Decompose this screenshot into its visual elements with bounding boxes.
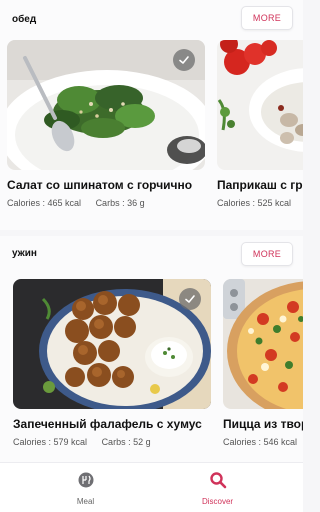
checkmark-icon[interactable] [173,49,195,71]
calories-text: Calories : 579 kcal [13,437,88,447]
more-button[interactable]: MORE [241,6,293,30]
section-title: обед [12,14,37,25]
recipe-nutrition: Calories : 465 kcal Carbs : 36 g [7,198,145,208]
recipe-card[interactable]: Запеченный фалафель с хумус Calories : 5… [13,279,211,459]
more-button[interactable]: MORE [241,242,293,266]
recipe-photo-pizza [223,279,303,409]
recipe-nutrition: Calories : 546 kcal [223,437,297,447]
tab-discover-label: Discover [201,496,234,506]
recipe-carousel[interactable]: Салат со шпинатом с горчично Calories : … [0,40,303,220]
recipe-photo-falafel [13,279,211,409]
section-lunch: обед MORE Салат со шпинатом с горчично C… [0,0,303,230]
recipe-nutrition: Calories : 579 kcal Carbs : 52 g [13,437,151,447]
carbs-text: Carbs : 52 g [101,437,151,447]
calories-text: Calories : 465 kcal [7,198,82,208]
recipe-card[interactable]: Пицца из твор Calories : 546 kcal [223,279,303,459]
recipe-title: Салат со шпинатом с горчично [7,178,193,192]
calories-text: Calories : 546 kcal [223,437,298,447]
section-header: ужин MORE [0,236,303,274]
section-dinner: ужин MORE Запеченный фалафель с хумус Ca… [0,236,303,462]
recipe-carousel[interactable]: Запеченный фалафель с хумус Calories : 5… [0,279,303,459]
tab-discover[interactable]: Discover [142,463,293,512]
section-header: обед MORE [0,0,303,38]
checkmark-icon[interactable] [179,288,201,310]
tab-meal[interactable]: Meal [10,463,161,512]
recipe-card[interactable]: Паприкаш с гр Calories : 525 kcal [217,40,303,220]
recipe-nutrition: Calories : 525 kcal [217,198,291,208]
search-icon [209,471,227,494]
recipe-card[interactable]: Салат со шпинатом с горчично Calories : … [7,40,205,220]
carbs-text: Carbs : 36 g [95,198,145,208]
recipe-title: Запеченный фалафель с хумус [13,417,202,431]
section-title: ужин [12,248,37,259]
recipe-title: Пицца из твор [223,417,303,431]
meal-icon [77,471,95,494]
recipe-title: Паприкаш с гр [217,178,303,192]
tab-meal-label: Meal [76,496,95,506]
calories-text: Calories : 525 kcal [217,198,292,208]
recipe-photo-spinach-salad [7,40,205,170]
recipe-photo-paprikash [217,40,303,170]
bottom-tab-bar: Meal Discover [0,462,303,512]
